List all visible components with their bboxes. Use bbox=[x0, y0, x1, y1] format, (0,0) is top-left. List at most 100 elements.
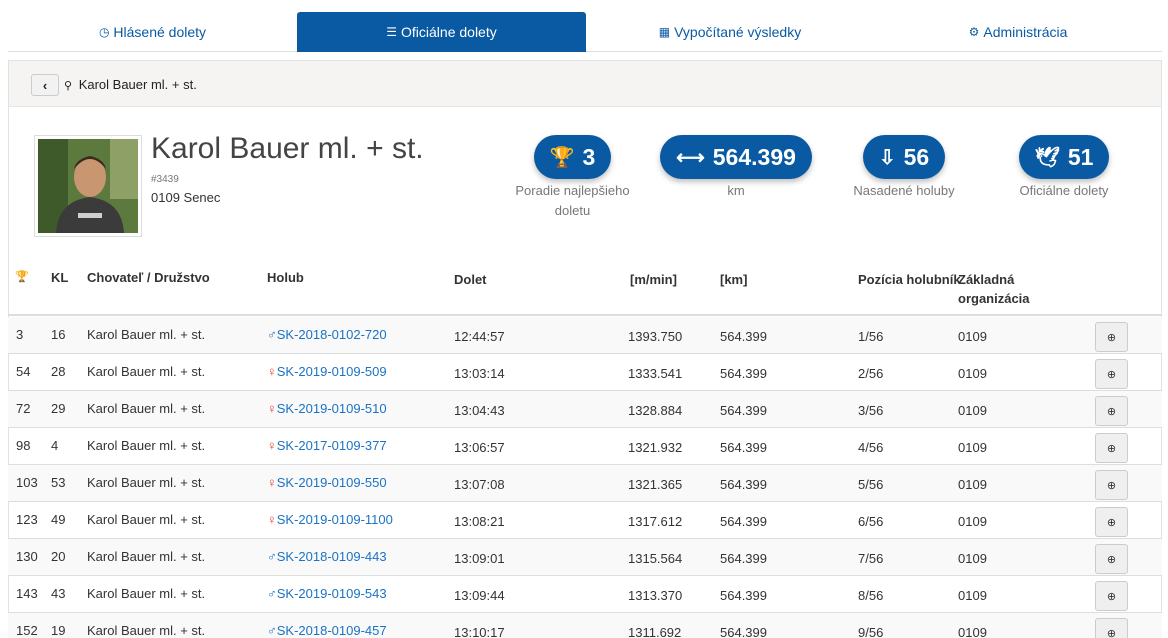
pigeon-link[interactable]: ♀SK-2019-0109-550 bbox=[267, 475, 387, 490]
pigeon-link[interactable]: ♀SK-2019-0109-510 bbox=[267, 401, 387, 416]
stat-label: Poradie najlepšieho doletu bbox=[515, 183, 630, 218]
female-icon: ♀ bbox=[267, 475, 277, 490]
zoom-in-icon: ⊕ bbox=[1106, 442, 1117, 455]
cell-organization: 0109 bbox=[958, 440, 987, 455]
tab-reported-arrivals[interactable]: ◷ Hlásené dolety bbox=[8, 12, 297, 52]
cell-speed: 1315.564 bbox=[628, 551, 683, 566]
stat-basketed-pigeons: ⇩ 56 Nasadené holuby bbox=[849, 135, 959, 201]
pigeon-link[interactable]: ♂SK-2018-0102-720 bbox=[267, 327, 387, 342]
cell-organization: 0109 bbox=[958, 477, 987, 492]
cell-speed: 1321.932 bbox=[628, 440, 683, 455]
tab-administration[interactable]: ⚙ Administrácia bbox=[874, 12, 1162, 52]
cell-distance: 564.399 bbox=[720, 403, 767, 418]
breadcrumb: ⚲ Karol Bauer ml. + st. bbox=[64, 77, 197, 92]
header-arrival: Dolet bbox=[454, 272, 487, 287]
cell-distance: 564.399 bbox=[720, 366, 767, 381]
pigeon-ring: SK-2019-0109-510 bbox=[276, 401, 387, 416]
chevron-left-icon: ‹ bbox=[42, 77, 48, 93]
cell-loft-position: 1/56 bbox=[858, 329, 884, 344]
trophy-icon: 🏆 bbox=[15, 271, 29, 283]
detail-button[interactable]: ⊕ bbox=[1095, 470, 1128, 500]
cell-rank: 103 bbox=[16, 475, 38, 490]
pigeon-link[interactable]: ♀SK-2017-0109-377 bbox=[267, 438, 387, 453]
table-row: 54 28 Karol Bauer ml. + st. ♀SK-2019-0109-5… bbox=[8, 354, 1162, 391]
pigeon-link[interactable]: ♀SK-2019-0109-509 bbox=[267, 364, 387, 379]
breadcrumb-text: Karol Bauer ml. + st. bbox=[78, 77, 197, 92]
detail-button[interactable]: ⊕ bbox=[1095, 359, 1128, 389]
male-icon: ♂ bbox=[267, 549, 277, 564]
cell-distance: 564.399 bbox=[720, 588, 767, 603]
cell-rank: 98 bbox=[16, 438, 31, 453]
cell-distance: 564.399 bbox=[720, 329, 767, 344]
pigeon-ring: SK-2019-0109-509 bbox=[276, 364, 387, 379]
pigeon-link[interactable]: ♀SK-2019-0109-1100 bbox=[267, 512, 393, 527]
cell-organization: 0109 bbox=[958, 551, 987, 566]
table-row: 3 16 Karol Bauer ml. + st. ♂SK-2018-0102-72… bbox=[8, 317, 1162, 354]
pigeon-ring: SK-2018-0109-443 bbox=[276, 549, 387, 564]
breeder-name: Karol Bauer ml. + st. bbox=[151, 132, 424, 165]
stat-badge: 🏆 3 bbox=[533, 135, 612, 179]
female-icon: ♀ bbox=[267, 512, 277, 527]
cell-loft-position: 7/56 bbox=[858, 551, 884, 566]
cell-organization: 0109 bbox=[958, 514, 987, 529]
table-row: 98 4 Karol Bauer ml. + st. ♀SK-2017-0109-37… bbox=[8, 428, 1162, 465]
pigeon-link[interactable]: ♂SK-2018-0109-443 bbox=[267, 549, 387, 564]
cell-breeder: Karol Bauer ml. + st. bbox=[87, 475, 206, 490]
detail-button[interactable]: ⊕ bbox=[1095, 322, 1128, 352]
header-loft-position: Pozícia holubník bbox=[858, 272, 961, 287]
detail-button[interactable]: ⊕ bbox=[1095, 581, 1128, 611]
pigeon-link[interactable]: ♂SK-2019-0109-543 bbox=[267, 586, 387, 601]
search-icon: ⚲ bbox=[64, 80, 73, 92]
cell-breeder: Karol Bauer ml. + st. bbox=[87, 327, 206, 342]
cell-arrival-time: 13:08:21 bbox=[454, 514, 505, 529]
header-speed: [m/min] bbox=[630, 272, 677, 287]
cell-loft-position: 9/56 bbox=[858, 625, 884, 638]
tab-computed-results[interactable]: ▦ Vypočítané výsledky bbox=[586, 12, 874, 52]
cell-loft-position: 5/56 bbox=[858, 477, 884, 492]
pigeon-link[interactable]: ♂SK-2018-0109-457 bbox=[267, 623, 387, 638]
cell-rank: 3 bbox=[16, 327, 24, 342]
detail-button[interactable]: ⊕ bbox=[1095, 396, 1128, 426]
detail-button[interactable]: ⊕ bbox=[1095, 544, 1128, 574]
dove-clock-icon: 🕊 bbox=[1034, 146, 1060, 169]
tab-label: Vypočítané výsledky bbox=[674, 24, 802, 40]
cell-organization: 0109 bbox=[958, 366, 987, 381]
cell-distance: 564.399 bbox=[720, 625, 767, 638]
zoom-in-icon: ⊕ bbox=[1106, 553, 1117, 566]
detail-button[interactable]: ⊕ bbox=[1095, 433, 1128, 463]
cell-kl: 20 bbox=[51, 549, 66, 564]
cell-distance: 564.399 bbox=[720, 477, 767, 492]
cell-arrival-time: 13:10:17 bbox=[454, 625, 505, 638]
cell-kl: 49 bbox=[51, 512, 66, 527]
cell-breeder: Karol Bauer ml. + st. bbox=[87, 623, 206, 638]
male-icon: ♂ bbox=[267, 623, 277, 638]
zoom-in-icon: ⊕ bbox=[1106, 368, 1117, 381]
stat-value: 564.399 bbox=[712, 143, 796, 170]
zoom-in-icon: ⊕ bbox=[1106, 627, 1117, 638]
cell-rank: 143 bbox=[16, 586, 38, 601]
cell-loft-position: 6/56 bbox=[858, 514, 884, 529]
cell-kl: 29 bbox=[51, 401, 66, 416]
tab-label: Hlásené dolety bbox=[113, 24, 207, 40]
cell-organization: 0109 bbox=[958, 588, 987, 603]
stat-value: 56 bbox=[903, 143, 930, 170]
cell-loft-position: 8/56 bbox=[858, 588, 884, 603]
table-row: 143 43 Karol Bauer ml. + st. ♂SK-2019-0109-… bbox=[8, 576, 1162, 613]
cell-distance: 564.399 bbox=[720, 440, 767, 455]
header-km: [km] bbox=[720, 272, 748, 287]
cell-loft-position: 4/56 bbox=[858, 440, 884, 455]
cell-speed: 1313.370 bbox=[628, 588, 683, 603]
cell-kl: 53 bbox=[51, 475, 66, 490]
detail-button[interactable]: ⊕ bbox=[1095, 618, 1128, 638]
breeder-reg-number: #3439 bbox=[151, 174, 179, 185]
pigeon-ring: SK-2019-0109-550 bbox=[276, 475, 387, 490]
stat-official-arrivals: 🕊 51 Oficiálne dolety bbox=[1010, 135, 1118, 201]
tab-official-arrivals[interactable]: ☰ Oficiálne dolety bbox=[297, 12, 586, 52]
zoom-in-icon: ⊕ bbox=[1106, 479, 1117, 492]
back-button[interactable]: ‹ bbox=[31, 74, 59, 96]
zoom-in-icon: ⊕ bbox=[1106, 331, 1117, 344]
header-breeder: Chovateľ / Družstvo bbox=[87, 270, 210, 285]
detail-button[interactable]: ⊕ bbox=[1095, 507, 1128, 537]
zoom-in-icon: ⊕ bbox=[1106, 590, 1117, 603]
cell-rank: 152 bbox=[16, 623, 38, 638]
